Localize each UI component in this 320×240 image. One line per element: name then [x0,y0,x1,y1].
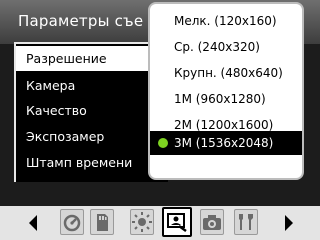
menu-item-resolution[interactable]: Разрешение [16,46,164,71]
page-title: Параметры съе [18,12,144,30]
option-label: 3M (1536x2048) [174,136,274,150]
menu-item-label: Штамп времени [26,155,133,170]
resolution-option-240x320[interactable]: Ср. (240x320) [150,35,302,59]
menu-item-label: Камера [26,78,76,93]
camera-icon[interactable] [200,209,224,235]
menu-item-label: Качество [26,103,87,118]
timer-icon[interactable] [60,209,84,235]
menu-item-label: Разрешение [26,51,107,66]
prev-arrow-icon[interactable] [26,213,40,233]
settings-menu: Разрешение Камера Качество Экспозамер Шт… [14,42,168,182]
option-label: Ср. (240x320) [174,40,260,54]
radio-selected-icon [158,138,168,148]
option-label: 1M (960x1280) [174,92,266,106]
menu-item-quality[interactable]: Качество [16,98,164,123]
resolution-option-120x160[interactable]: Мелк. (120x160) [150,9,302,33]
menu-item-timestamp[interactable]: Штамп времени [16,150,164,175]
menu-item-metering[interactable]: Экспозамер [16,124,164,149]
menu-item-camera[interactable]: Камера [16,73,164,98]
resolution-option-480x640[interactable]: Крупн. (480x640) [150,61,302,85]
photo-settings-icon[interactable] [162,207,192,237]
memory-card-icon[interactable] [90,209,114,235]
camera-settings-screen: Параметры съе Разрешение Камера Качество… [0,0,320,240]
bottom-toolbar [0,206,320,240]
resolution-dropdown: Мелк. (120x160) Ср. (240x320) Крупн. (48… [148,2,304,180]
resolution-option-960x1280[interactable]: 1M (960x1280) [150,87,302,111]
option-label: 2M (1200x1600) [174,118,274,132]
option-label: Мелк. (120x160) [174,14,277,28]
tools-icon[interactable] [234,209,258,235]
next-arrow-icon[interactable] [282,213,296,233]
resolution-option-1536x2048[interactable]: 3M (1536x2048) [150,131,302,155]
brightness-icon[interactable] [130,209,154,235]
menu-item-label: Экспозамер [26,129,105,144]
option-label: Крупн. (480x640) [174,66,283,80]
